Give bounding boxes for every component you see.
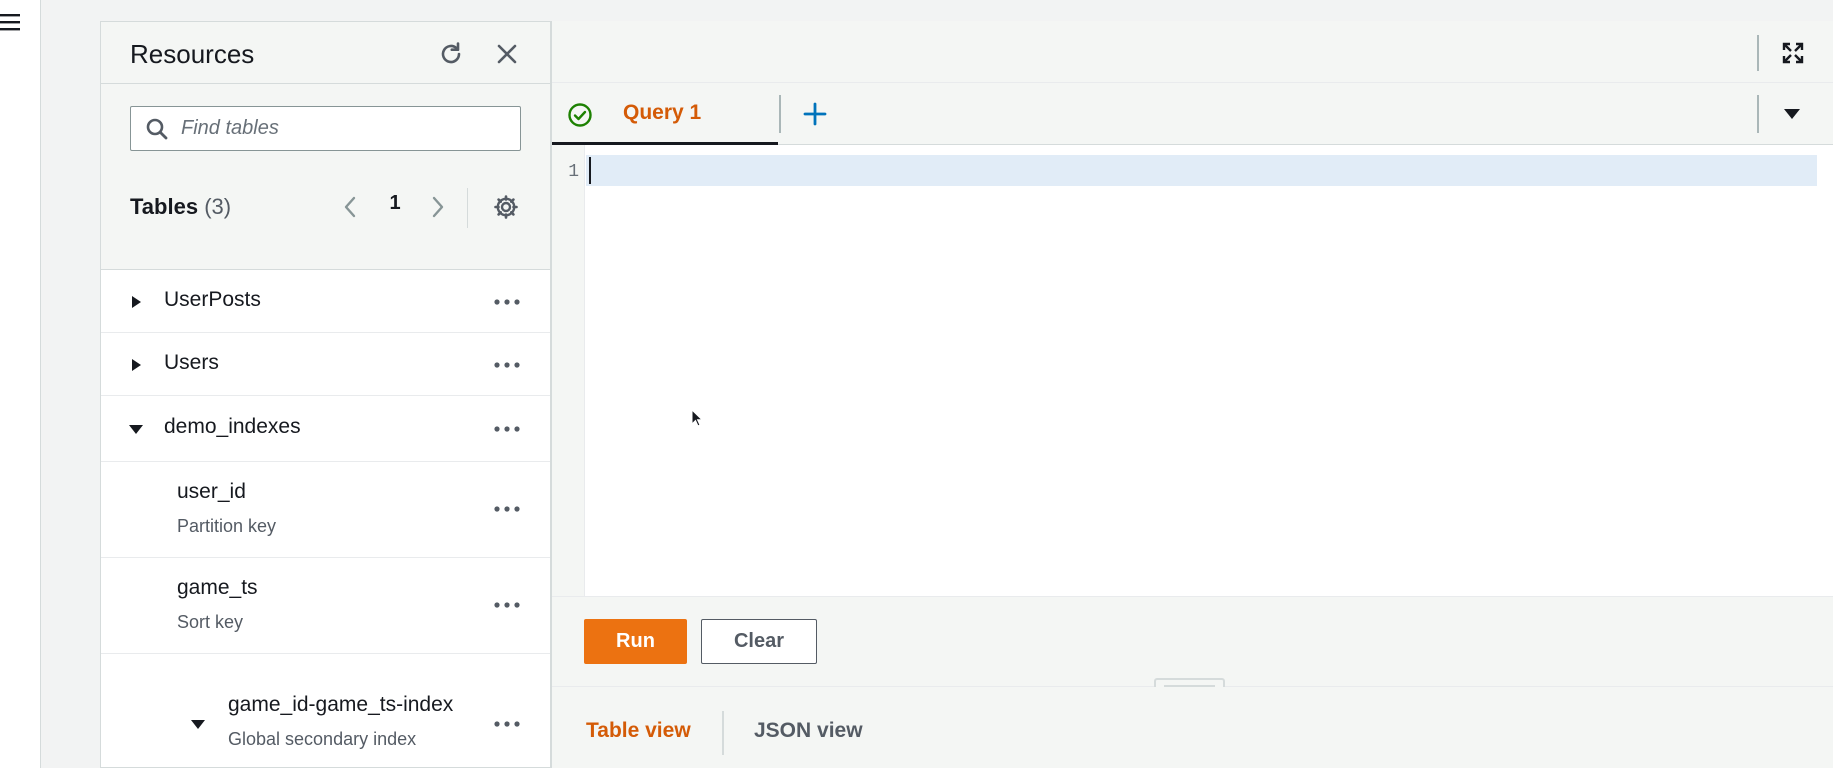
tab-json-view[interactable]: JSON view [754, 719, 863, 743]
tab-table-view[interactable]: Table view [586, 719, 691, 743]
chevron-left-icon [344, 196, 356, 218]
tab-query-1[interactable]: Query 1 [552, 83, 778, 145]
line-number: 1 [568, 162, 579, 182]
table-actions-button[interactable] [492, 292, 522, 312]
view-tab-divider [722, 711, 724, 755]
refresh-button[interactable] [435, 38, 467, 70]
table-name: UserPosts [164, 288, 261, 311]
table-name: Users [164, 351, 219, 374]
table-item-userposts[interactable]: UserPosts [101, 270, 550, 333]
search-input[interactable] [181, 107, 511, 150]
chevron-right-icon [432, 196, 444, 218]
clear-button[interactable]: Clear [701, 619, 817, 664]
caret-down-icon [1784, 109, 1800, 119]
layout-gutter [41, 0, 100, 768]
text-cursor [589, 157, 591, 184]
index-item-game-id-game-ts-index[interactable]: game_id-game_ts-index Global secondary i… [101, 654, 550, 767]
top-divider [1757, 35, 1759, 71]
key-actions-button[interactable] [492, 499, 522, 519]
index-type: Global secondary index [228, 729, 417, 749]
caret-down-icon[interactable] [128, 421, 144, 437]
mouse-pointer-icon [691, 409, 704, 427]
resources-header: Resources [101, 22, 550, 84]
pager-divider [467, 188, 468, 228]
current-page[interactable]: 1 [385, 192, 405, 215]
more-icon [494, 602, 520, 608]
gear-icon [494, 195, 518, 219]
key-name: user_id [177, 480, 246, 503]
tables-count: (3) [204, 194, 232, 219]
key-item-user-id[interactable]: user_id Partition key [101, 462, 550, 558]
code-editor[interactable]: 1 [552, 145, 1833, 597]
fullscreen-button[interactable] [1778, 38, 1808, 68]
active-line-highlight [586, 155, 1817, 186]
caret-right-icon[interactable] [128, 294, 144, 310]
tab-divider [1757, 95, 1759, 133]
table-item-users[interactable]: Users [101, 333, 550, 396]
tab-label: Query 1 [623, 101, 702, 124]
more-icon [494, 362, 520, 368]
editor-top-bar [552, 21, 1833, 83]
expand-icon [1782, 42, 1804, 64]
key-actions-button[interactable] [492, 595, 522, 615]
tabs-dropdown-button[interactable] [1774, 98, 1810, 130]
query-tabs-bar: Query 1 [552, 83, 1833, 145]
key-type: Partition key [177, 516, 277, 536]
query-actions-bar: Run Clear [552, 597, 1833, 694]
previous-page-button[interactable] [335, 190, 365, 224]
key-name: game_ts [177, 576, 258, 599]
key-item-game-ts[interactable]: game_ts Sort key [101, 558, 550, 654]
global-nav-strip [0, 0, 41, 768]
result-view-tabs: Table view JSON view [552, 687, 1833, 768]
tab-divider [779, 95, 781, 133]
tables-tree: UserPosts Users demo_indexes user_id Par… [101, 270, 550, 767]
tables-heading: Tables (3) [130, 194, 231, 220]
close-panel-button[interactable] [491, 38, 523, 70]
plus-icon [803, 102, 827, 126]
menu-icon[interactable] [0, 12, 22, 32]
index-name: game_id-game_ts-index [228, 693, 454, 716]
add-tab-button[interactable] [799, 98, 831, 130]
resources-panel: Resources Tables (3) [100, 21, 552, 768]
refresh-icon [441, 42, 461, 64]
index-actions-button[interactable] [492, 714, 522, 734]
run-button[interactable]: Run [584, 619, 687, 664]
table-item-demo-indexes[interactable]: demo_indexes [101, 396, 550, 462]
check-circle-icon [568, 103, 592, 127]
more-icon [494, 506, 520, 512]
table-actions-button[interactable] [492, 355, 522, 375]
caret-down-icon[interactable] [190, 716, 206, 732]
resources-title: Resources [130, 39, 255, 69]
more-icon [494, 721, 520, 727]
line-gutter: 1 [552, 145, 585, 596]
tables-label: Tables [130, 194, 199, 219]
key-type: Sort key [177, 612, 244, 632]
more-icon [494, 299, 520, 305]
table-actions-button[interactable] [492, 419, 522, 439]
search-icon [146, 118, 168, 140]
table-settings-button[interactable] [489, 190, 523, 224]
more-icon [494, 426, 520, 432]
resources-toolbar: Tables (3) 1 [101, 84, 550, 270]
caret-right-icon[interactable] [128, 357, 144, 373]
query-editor-area: Query 1 1 Run Clear Table view JSON view [552, 21, 1833, 768]
table-name: demo_indexes [164, 415, 301, 438]
next-page-button[interactable] [423, 190, 453, 224]
close-icon [497, 44, 517, 64]
table-search-box[interactable] [130, 106, 521, 151]
